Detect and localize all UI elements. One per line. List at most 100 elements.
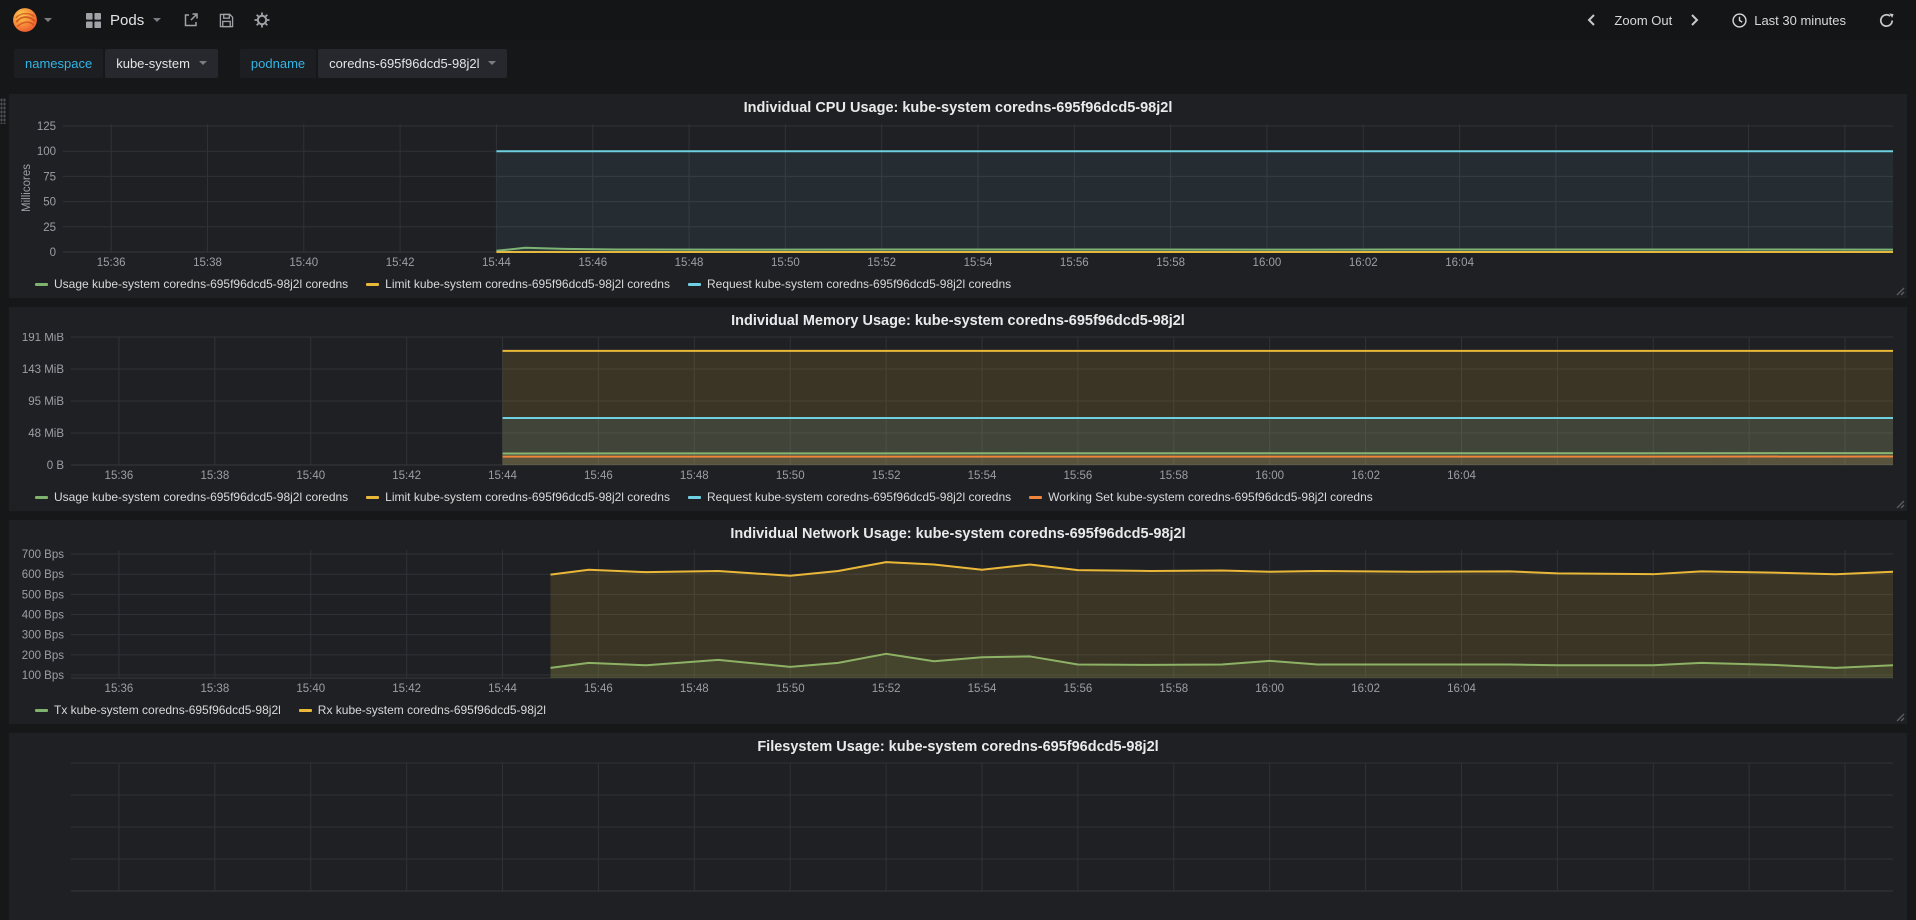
time-range-picker[interactable]: Last 30 minutes <box>1723 7 1855 34</box>
legend-color-swatch <box>366 495 380 499</box>
x-tick-label: 15:56 <box>1064 470 1093 482</box>
x-tick-label: 15:52 <box>872 470 901 482</box>
legend-label: Rx kube-system coredns-695f96dcd5-98j2l <box>317 703 546 717</box>
legend-label: Request kube-system coredns-695f96dcd5-9… <box>706 277 1012 291</box>
variable-podname: podname coredns-695f96dcd5-98j2l <box>239 48 508 78</box>
panel-resize-handle[interactable] <box>1894 285 1905 296</box>
template-variables-bar: namespace kube-system podname coredns-69… <box>0 40 1916 86</box>
x-tick-label: 15:40 <box>296 470 325 482</box>
y-tick-label: 600 Bps <box>22 569 64 581</box>
variable-label: podname <box>239 48 317 78</box>
panel-resize-handle[interactable] <box>1894 711 1905 722</box>
settings-button[interactable] <box>244 6 280 34</box>
time-range-label: Last 30 minutes <box>1754 12 1846 28</box>
y-tick-label: 400 Bps <box>22 610 64 622</box>
x-tick-label: 15:44 <box>482 257 511 269</box>
time-shift-back-button[interactable] <box>1577 8 1605 32</box>
y-tick-label: 0 B <box>47 460 65 472</box>
zoom-out-button[interactable]: Zoom Out <box>1605 7 1681 34</box>
chart-legend <box>19 912 1897 920</box>
chart-legend: Usage kube-system coredns-695f96dcd5-98j… <box>19 273 1897 295</box>
cpu-usage-chart[interactable]: 0 25 50 75 100 125 15:36 15:38 15:40 15:42 15:44 15… <box>19 120 1899 272</box>
filesystem-usage-chart[interactable] <box>19 759 1899 911</box>
y-tick-label: 75 <box>43 171 56 183</box>
legend-item[interactable]: Working Set kube-system coredns-695f96dc… <box>1029 490 1373 504</box>
caret-down-icon <box>488 61 497 65</box>
time-shift-forward-button[interactable] <box>1681 8 1709 32</box>
legend-item[interactable]: Limit kube-system coredns-695f96dcd5-98j… <box>366 277 670 291</box>
grafana-flame-icon <box>13 8 37 32</box>
y-tick-label: 95 MiB <box>28 396 64 408</box>
legend-item[interactable]: Limit kube-system coredns-695f96dcd5-98j… <box>366 490 670 504</box>
x-tick-label: 15:46 <box>578 257 607 269</box>
x-tick-label: 16:00 <box>1253 257 1282 269</box>
panel-individual-network-usage: Individual Network Usage: kube-system co… <box>8 519 1908 725</box>
y-tick-label: 191 MiB <box>22 333 65 344</box>
x-tick-label: 15:44 <box>488 470 517 482</box>
x-tick-label: 15:48 <box>680 683 709 695</box>
refresh-button[interactable] <box>1869 7 1904 34</box>
legend-item[interactable]: Tx kube-system coredns-695f96dcd5-98j2l <box>35 703 281 717</box>
legend-color-swatch <box>366 282 380 286</box>
y-tick-label: 143 MiB <box>22 364 65 376</box>
x-tick-label: 16:02 <box>1351 470 1380 482</box>
series-fill <box>502 456 1893 465</box>
network-usage-chart[interactable]: 100 Bps 200 Bps 300 Bps 400 Bps 500 Bps 600 B… <box>19 546 1899 698</box>
grafana-logo[interactable] <box>6 5 58 35</box>
x-tick-label: 15:38 <box>193 257 222 269</box>
legend-label: Limit kube-system coredns-695f96dcd5-98j… <box>385 490 670 504</box>
x-tick-label: 15:42 <box>386 257 415 269</box>
variable-value-dropdown[interactable]: kube-system <box>105 48 218 78</box>
row-drag-handle[interactable] <box>0 98 6 124</box>
x-tick-label: 15:40 <box>289 257 318 269</box>
memory-usage-chart[interactable]: 0 B 48 MiB 95 MiB 143 MiB 191 MiB 15:36 15:38 1… <box>19 333 1899 485</box>
legend-color-swatch <box>1029 495 1043 499</box>
y-tick-label: 100 Bps <box>22 670 64 682</box>
x-tick-label: 16:02 <box>1351 683 1380 695</box>
dashboard-picker[interactable]: Pods <box>74 6 173 35</box>
x-tick-label: 15:48 <box>675 257 704 269</box>
x-tick-label: 15:46 <box>584 683 613 695</box>
panel-title[interactable]: Individual CPU Usage: kube-system coredn… <box>19 97 1897 120</box>
legend-item[interactable]: Request kube-system coredns-695f96dcd5-9… <box>687 490 1012 504</box>
x-tick-label: 16:00 <box>1255 470 1284 482</box>
legend-item[interactable]: Usage kube-system coredns-695f96dcd5-98j… <box>35 277 348 291</box>
share-icon <box>184 13 198 27</box>
x-tick-label: 15:54 <box>964 257 993 269</box>
panel-title[interactable]: Filesystem Usage: kube-system coredns-69… <box>19 736 1897 759</box>
panel-title[interactable]: Individual Network Usage: kube-system co… <box>19 523 1897 546</box>
dashboard-title: Pods <box>110 11 145 29</box>
x-tick-label: 16:02 <box>1349 257 1378 269</box>
variable-value: coredns-695f96dcd5-98j2l <box>329 55 480 71</box>
y-tick-label: 0 <box>50 247 56 259</box>
settings-gear-icon <box>254 12 270 28</box>
legend-label: Limit kube-system coredns-695f96dcd5-98j… <box>385 277 670 291</box>
panel-resize-handle[interactable] <box>1894 498 1905 509</box>
x-tick-label: 15:56 <box>1060 257 1089 269</box>
x-tick-label: 15:54 <box>968 470 997 482</box>
legend-label: Request kube-system coredns-695f96dcd5-9… <box>706 490 1012 504</box>
variable-value-dropdown[interactable]: coredns-695f96dcd5-98j2l <box>318 48 508 78</box>
y-tick-label: 200 Bps <box>22 650 64 662</box>
y-tick-label: 100 <box>37 146 56 158</box>
x-tick-label: 16:00 <box>1255 683 1284 695</box>
x-tick-label: 15:56 <box>1064 683 1093 695</box>
legend-color-swatch <box>687 495 701 499</box>
legend-item[interactable]: Request kube-system coredns-695f96dcd5-9… <box>687 277 1012 291</box>
x-tick-label: 15:42 <box>392 683 421 695</box>
legend-item[interactable]: Rx kube-system coredns-695f96dcd5-98j2l <box>298 703 546 717</box>
x-tick-label: 15:50 <box>776 470 805 482</box>
save-button[interactable] <box>209 7 244 34</box>
legend-item[interactable]: Usage kube-system coredns-695f96dcd5-98j… <box>35 490 348 504</box>
zoom-out-label: Zoom Out <box>1614 12 1673 28</box>
y-tick-label: 50 <box>43 197 56 209</box>
y-tick-label: 48 MiB <box>28 428 64 440</box>
x-tick-label: 15:50 <box>771 257 800 269</box>
y-tick-label: 125 <box>37 121 56 133</box>
share-button[interactable] <box>173 6 209 34</box>
top-navbar: Pods Zoom Out Last 30 minutes <box>0 0 1916 40</box>
x-tick-label: 15:36 <box>105 683 134 695</box>
clock-icon <box>1732 12 1747 28</box>
panel-title[interactable]: Individual Memory Usage: kube-system cor… <box>19 310 1897 333</box>
x-tick-label: 15:44 <box>488 683 517 695</box>
